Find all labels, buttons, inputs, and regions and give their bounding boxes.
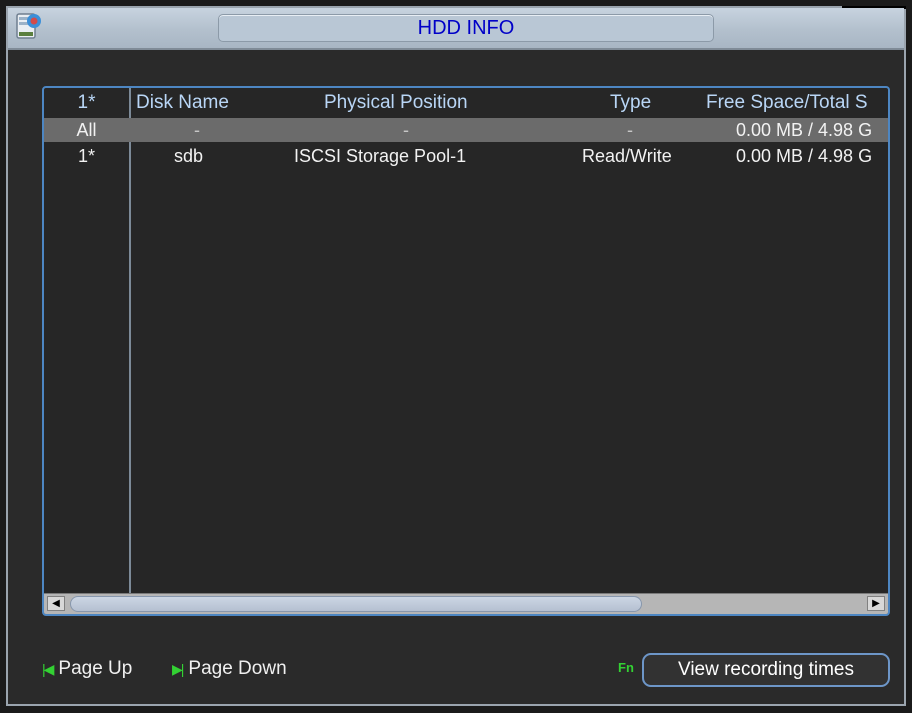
cell-index: 1* xyxy=(77,146,95,166)
cell-free-space: 0.00 MB / 4.98 G xyxy=(736,120,873,140)
table-row[interactable]: 1* sdb ISCSI Storage Pool-1 Read/Write 0… xyxy=(44,144,888,168)
window-title: HDD INFO xyxy=(218,14,714,42)
view-recording-times-button[interactable]: View recording times xyxy=(642,653,890,687)
hdd-table: 1* Disk Name Physical Position Type Free… xyxy=(42,86,890,616)
cell-disk-name: sdb xyxy=(174,146,204,166)
header-index[interactable]: 1* xyxy=(44,88,129,118)
cell-index: All xyxy=(76,120,97,140)
hdd-info-window: HDD INFO 1* Disk Name Physical Position … xyxy=(6,6,906,706)
cell-physical-position: - xyxy=(403,120,409,140)
cell-type: - xyxy=(627,120,633,140)
page-down-button[interactable]: ▶| Page Down xyxy=(172,654,287,684)
fn-key-label: Fn xyxy=(618,660,634,675)
cell-physical-position: ISCSI Storage Pool-1 xyxy=(294,146,467,166)
header-free-space[interactable]: Free Space/Total S xyxy=(706,88,868,118)
cell-type: Read/Write xyxy=(582,146,672,166)
title-bar: HDD INFO xyxy=(8,8,904,50)
skip-back-icon: |◀ xyxy=(42,661,54,677)
page-up-button[interactable]: |◀ Page Up xyxy=(42,654,132,684)
skip-forward-icon: ▶| xyxy=(172,661,184,677)
horizontal-scrollbar[interactable]: ◀ ▶ xyxy=(44,593,888,614)
hdd-info-icon xyxy=(16,12,44,42)
page-up-label: Page Up xyxy=(58,658,133,679)
cell-disk-name: - xyxy=(194,120,200,140)
scrollbar-thumb[interactable] xyxy=(70,596,642,612)
header-disk-name[interactable]: Disk Name xyxy=(136,88,229,118)
cell-free-space: 0.00 MB / 4.98 G xyxy=(736,146,873,166)
scroll-right-icon[interactable]: ▶ xyxy=(867,596,885,611)
page-down-label: Page Down xyxy=(188,658,287,679)
header-physical-position[interactable]: Physical Position xyxy=(324,88,468,118)
scroll-left-icon[interactable]: ◀ xyxy=(47,596,65,611)
table-row[interactable]: All - - - 0.00 MB / 4.98 G xyxy=(44,118,888,142)
header-type[interactable]: Type xyxy=(610,88,651,118)
